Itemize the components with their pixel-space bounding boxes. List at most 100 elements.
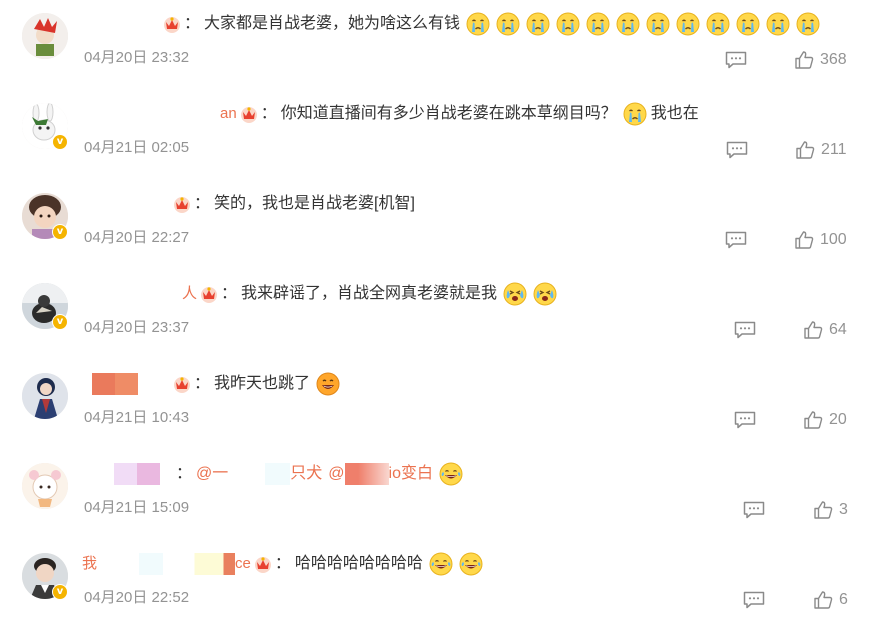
comment-text: 大家都是肖战老婆，她为啥这么有钱 bbox=[204, 15, 461, 32]
crying-face-emoji-icon bbox=[556, 12, 580, 36]
comment-time: 04月20日 22:27 bbox=[84, 229, 190, 246]
username-mosaic bbox=[82, 13, 160, 35]
username-mosaic bbox=[82, 193, 170, 215]
username[interactable]: 人 bbox=[182, 282, 197, 306]
like-count: 368 bbox=[820, 51, 847, 68]
verified-badge-icon: v bbox=[52, 134, 68, 150]
comment-item: v 我 ce ： 哈哈哈哈哈哈哈哈 04月20日 22:52 6 bbox=[0, 540, 872, 630]
reply-icon[interactable] bbox=[725, 51, 747, 69]
comment-item: v ： 笑的，我也是肖战老婆[机智] 04月20日 22:27 100 bbox=[0, 180, 872, 270]
thumb-up-icon bbox=[813, 500, 833, 520]
username-mosaic bbox=[92, 373, 138, 395]
username[interactable]: 我 bbox=[82, 552, 97, 576]
colon: ： bbox=[184, 15, 201, 32]
crown-badge-icon bbox=[172, 374, 192, 394]
username-mosaic bbox=[139, 553, 236, 575]
like-button[interactable]: 211 bbox=[795, 139, 847, 161]
reply-icon[interactable] bbox=[726, 141, 748, 159]
reply-icon[interactable] bbox=[734, 411, 756, 429]
comment-text: 哈哈哈哈哈哈哈哈 bbox=[294, 555, 423, 572]
comment-item: v an ： 你知道直播间有多少肖战老婆在跳本草纲目吗？ 我也在 04月21日 … bbox=[0, 90, 872, 180]
crying-face-emoji-icon bbox=[796, 12, 820, 36]
reply-icon[interactable] bbox=[743, 501, 765, 519]
comment-line: 我 ce ： 哈哈哈哈哈哈哈哈 bbox=[82, 552, 483, 576]
crying-face-emoji-icon bbox=[766, 12, 790, 36]
colon: ： bbox=[221, 285, 238, 302]
comment-text: 笑的，我也是肖战老婆[机智] bbox=[214, 195, 415, 212]
laugh-cry-face-emoji-icon bbox=[533, 282, 557, 306]
crown-badge-icon bbox=[172, 194, 192, 214]
like-button[interactable]: 64 bbox=[803, 319, 847, 341]
reply-icon[interactable] bbox=[725, 231, 747, 249]
mention-link[interactable]: 只犬 bbox=[290, 462, 322, 486]
laugh-cry-face-emoji-icon bbox=[503, 282, 527, 306]
thumb-up-icon bbox=[794, 50, 814, 70]
comment-text-after: 我也在 bbox=[650, 105, 699, 122]
comment-item: v 人 ： 我来辟谣了，肖战全网真老婆就是我 04月20日 23:37 64 bbox=[0, 270, 872, 360]
like-count: 211 bbox=[821, 141, 847, 158]
verified-badge-icon: v bbox=[52, 224, 68, 240]
comment-time: 04月20日 23:32 bbox=[84, 49, 190, 66]
mention-link[interactable]: @ bbox=[328, 462, 344, 486]
crying-face-emoji-icon bbox=[623, 102, 647, 126]
mention-link[interactable]: @一 bbox=[196, 462, 228, 486]
crown-badge-icon bbox=[162, 14, 182, 34]
crying-face-emoji-icon bbox=[676, 12, 700, 36]
colon: ： bbox=[176, 465, 193, 482]
comment-line: ： @一 只犬 @ io变白 bbox=[82, 462, 463, 486]
username-mosaic bbox=[97, 553, 139, 575]
like-button[interactable]: 368 bbox=[794, 49, 847, 71]
like-button[interactable]: 20 bbox=[803, 409, 847, 431]
colon: ： bbox=[194, 375, 211, 392]
like-button[interactable]: 3 bbox=[813, 499, 848, 521]
thumb-up-icon bbox=[795, 140, 815, 160]
thumb-up-icon bbox=[813, 590, 833, 610]
emoji-row bbox=[423, 552, 483, 576]
comment-text: 我来辟谣了，肖战全网真老婆就是我 bbox=[241, 285, 498, 302]
comment-line: 人 ： 我来辟谣了，肖战全网真老婆就是我 bbox=[82, 282, 557, 306]
comment-time: 04月21日 10:43 bbox=[84, 409, 190, 426]
crying-face-emoji-icon bbox=[646, 12, 670, 36]
comment-item: ： 大家都是肖战老婆，她为啥这么有钱 04月20日 23:32 368 bbox=[0, 0, 872, 90]
crying-face-emoji-icon bbox=[496, 12, 520, 36]
username[interactable]: an bbox=[220, 102, 237, 126]
comment-text: 你知道直播间有多少肖战老婆在跳本草纲目吗？ bbox=[280, 105, 617, 122]
mention-mosaic bbox=[228, 463, 291, 485]
mention-link[interactable]: io变白 bbox=[389, 462, 433, 486]
comment-time: 04月21日 15:09 bbox=[84, 499, 190, 516]
reply-icon[interactable] bbox=[743, 591, 765, 609]
comment-item: ： 我昨天也跳了 04月21日 10:43 20 bbox=[0, 360, 872, 450]
crown-badge-icon bbox=[199, 284, 219, 304]
thumb-up-icon bbox=[803, 410, 823, 430]
comment-time: 04月20日 22:52 bbox=[84, 589, 190, 606]
colon: ： bbox=[194, 195, 211, 212]
tears-of-joy-face-emoji-icon bbox=[429, 552, 453, 576]
username-mosaic bbox=[82, 373, 92, 395]
username-mosaic bbox=[82, 283, 182, 305]
mention-mosaic bbox=[344, 463, 389, 485]
comment-item: ： @一 只犬 @ io变白 04月21日 15:09 3 bbox=[0, 450, 872, 540]
avatar[interactable] bbox=[22, 463, 68, 509]
comment-time: 04月21日 02:05 bbox=[84, 139, 190, 156]
username-tail[interactable]: ce bbox=[235, 552, 251, 576]
crying-face-emoji-icon bbox=[706, 12, 730, 36]
username-mosaic bbox=[138, 373, 170, 395]
avatar[interactable] bbox=[22, 373, 68, 419]
avatar[interactable] bbox=[22, 13, 68, 59]
tears-of-joy-face-emoji-icon bbox=[459, 552, 483, 576]
like-button[interactable]: 100 bbox=[794, 229, 847, 251]
comment-line: ： 大家都是肖战老婆，她为啥这么有钱 bbox=[82, 12, 820, 36]
colon: ： bbox=[260, 105, 277, 122]
colon: ： bbox=[274, 555, 291, 572]
like-button[interactable]: 6 bbox=[813, 589, 848, 611]
reply-icon[interactable] bbox=[734, 321, 756, 339]
like-count: 100 bbox=[820, 231, 847, 248]
crying-face-emoji-icon bbox=[466, 12, 490, 36]
comment-line: ： 笑的，我也是肖战老婆[机智] bbox=[82, 192, 415, 216]
tears-of-joy-face-emoji-icon bbox=[439, 462, 463, 486]
like-count: 3 bbox=[839, 501, 848, 518]
crying-face-emoji-icon bbox=[526, 12, 550, 36]
emoji-row bbox=[310, 372, 340, 396]
like-count: 64 bbox=[829, 321, 847, 338]
thumb-up-icon bbox=[803, 320, 823, 340]
